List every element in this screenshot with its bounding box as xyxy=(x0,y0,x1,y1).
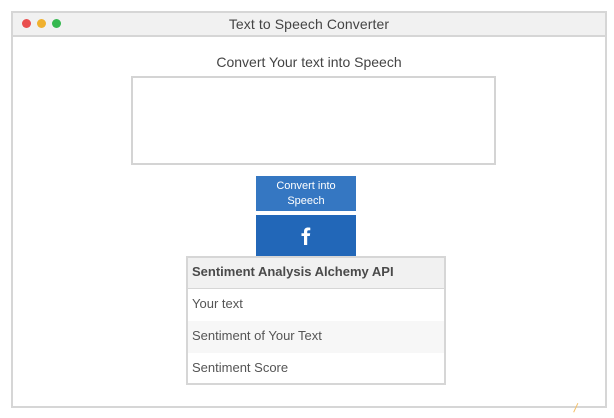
sentiment-of-text-row: Sentiment of Your Text xyxy=(188,321,444,353)
facebook-f-icon xyxy=(301,227,311,245)
speech-text-input[interactable] xyxy=(131,76,496,165)
facebook-share-button[interactable] xyxy=(256,215,356,256)
input-prompt-label: Convert Your text into Speech xyxy=(216,54,402,70)
window-title: Text to Speech Converter xyxy=(228,16,390,32)
sentiment-analysis-panel: Sentiment Analysis Alchemy API Your text… xyxy=(186,256,446,385)
your-text-row: Your text xyxy=(192,296,243,311)
title-bar: Text to Speech Converter xyxy=(13,13,605,37)
sentiment-score-row: Sentiment Score xyxy=(192,360,289,375)
convert-into-speech-button[interactable]: Convert into Speech xyxy=(256,176,356,211)
convert-button-label: Convert into Speech xyxy=(276,179,336,207)
sentiment-panel-header: Sentiment Analysis Alchemy API xyxy=(188,258,444,289)
app-window: Text to Speech Converter Convert Your te… xyxy=(11,11,607,408)
